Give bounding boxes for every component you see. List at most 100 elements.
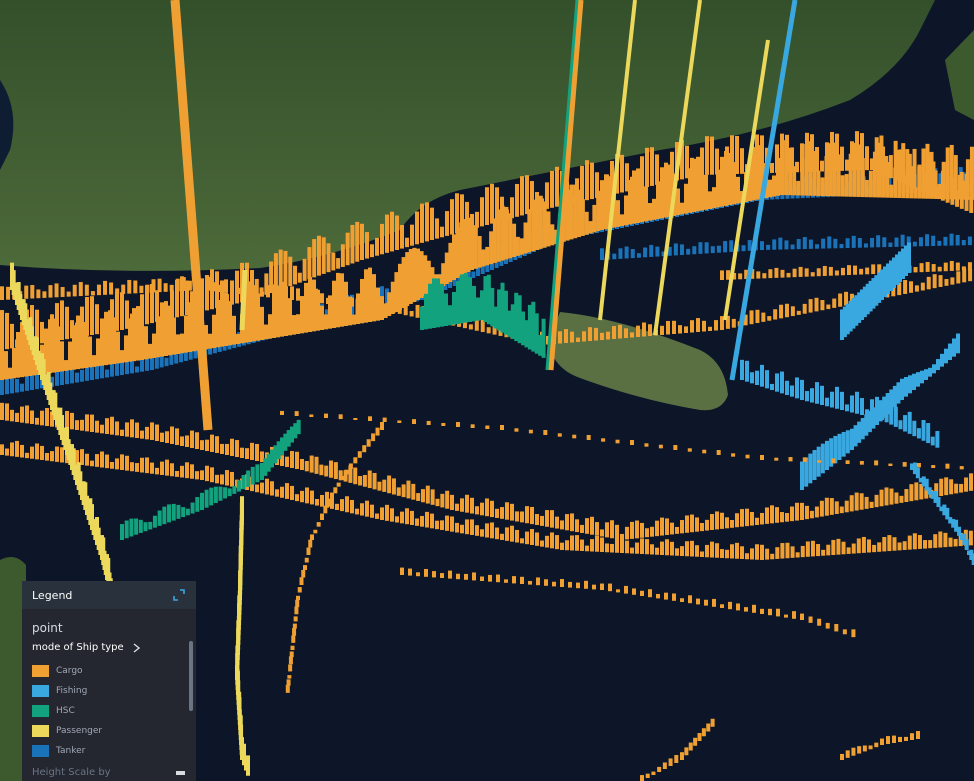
density-column (775, 373, 779, 392)
density-column (967, 262, 972, 271)
density-column (326, 243, 331, 273)
density-column (425, 485, 430, 504)
density-column (15, 412, 19, 422)
density-column (255, 464, 260, 483)
density-column (565, 540, 569, 551)
density-column (530, 506, 534, 525)
density-column (879, 135, 884, 175)
density-column (124, 335, 128, 363)
density-column (576, 582, 580, 589)
density-column (908, 375, 912, 394)
density-column (288, 298, 292, 336)
legend-scrollbar[interactable] (189, 641, 193, 711)
density-column (840, 267, 845, 276)
density-column (181, 507, 186, 518)
density-column (456, 422, 460, 427)
density-column (907, 411, 912, 434)
density-column (171, 503, 176, 521)
density-column (710, 541, 714, 558)
density-column (411, 483, 416, 500)
density-column (145, 426, 149, 440)
density-column (745, 553, 749, 560)
density-column (35, 417, 39, 425)
density-column (148, 521, 153, 530)
density-column (20, 406, 24, 423)
density-column (96, 284, 101, 296)
density-column (88, 336, 92, 368)
density-column (525, 531, 529, 545)
density-column (210, 434, 214, 452)
density-column (15, 378, 19, 393)
density-column (697, 733, 702, 741)
density-column (840, 146, 844, 171)
density-column (355, 508, 359, 515)
collapse-icon[interactable] (172, 588, 186, 602)
density-column (704, 174, 708, 210)
density-column (887, 535, 892, 552)
density-column (445, 515, 449, 531)
density-column (846, 547, 851, 554)
density-column (933, 534, 938, 548)
chevron-right-icon[interactable] (133, 642, 141, 653)
density-column (685, 145, 689, 179)
density-column (605, 543, 609, 553)
density-column (10, 442, 14, 457)
density-column (10, 409, 14, 422)
density-column (684, 326, 688, 333)
density-column (420, 306, 424, 330)
density-column (668, 758, 673, 766)
density-column (286, 679, 291, 686)
density-column (75, 372, 79, 383)
density-column (775, 144, 779, 173)
density-column (133, 280, 138, 294)
density-column (292, 627, 297, 636)
density-column (130, 419, 134, 438)
density-column (643, 247, 648, 258)
density-column (879, 489, 884, 507)
density-column (403, 304, 408, 316)
density-column (60, 300, 64, 340)
density-column (767, 316, 772, 321)
density-column (570, 331, 574, 343)
density-column (408, 568, 412, 576)
density-column (762, 273, 767, 279)
density-column (163, 283, 168, 292)
density-column (817, 618, 822, 626)
density-column (618, 324, 622, 339)
legend-item-passenger: Passenger (32, 721, 186, 741)
density-column (780, 133, 784, 173)
density-column (0, 286, 4, 300)
density-column (100, 451, 104, 468)
density-column (504, 579, 508, 583)
density-column (690, 514, 694, 533)
density-column (505, 209, 509, 220)
density-column (375, 427, 380, 436)
density-column (903, 415, 908, 432)
density-column (150, 422, 154, 440)
density-column (195, 432, 199, 449)
density-column (167, 504, 172, 523)
density-column (333, 462, 338, 480)
density-column (817, 460, 822, 463)
density-column (648, 589, 652, 598)
density-column (110, 416, 114, 435)
density-column (72, 284, 77, 297)
legend-field[interactable]: mode of Ship type (32, 642, 186, 653)
density-column (755, 309, 760, 324)
density-column (715, 148, 719, 175)
density-column (472, 285, 476, 322)
density-column (175, 428, 179, 445)
density-column (815, 244, 820, 249)
density-column (876, 235, 881, 248)
density-column (926, 423, 931, 444)
density-column (500, 196, 504, 221)
density-column (925, 234, 930, 247)
density-column (893, 140, 898, 181)
density-column (488, 574, 492, 582)
density-column (90, 460, 94, 467)
density-column (441, 263, 446, 286)
density-column (425, 511, 429, 528)
density-column (935, 431, 940, 448)
density-column (170, 426, 174, 444)
resize-handle[interactable] (176, 771, 185, 775)
